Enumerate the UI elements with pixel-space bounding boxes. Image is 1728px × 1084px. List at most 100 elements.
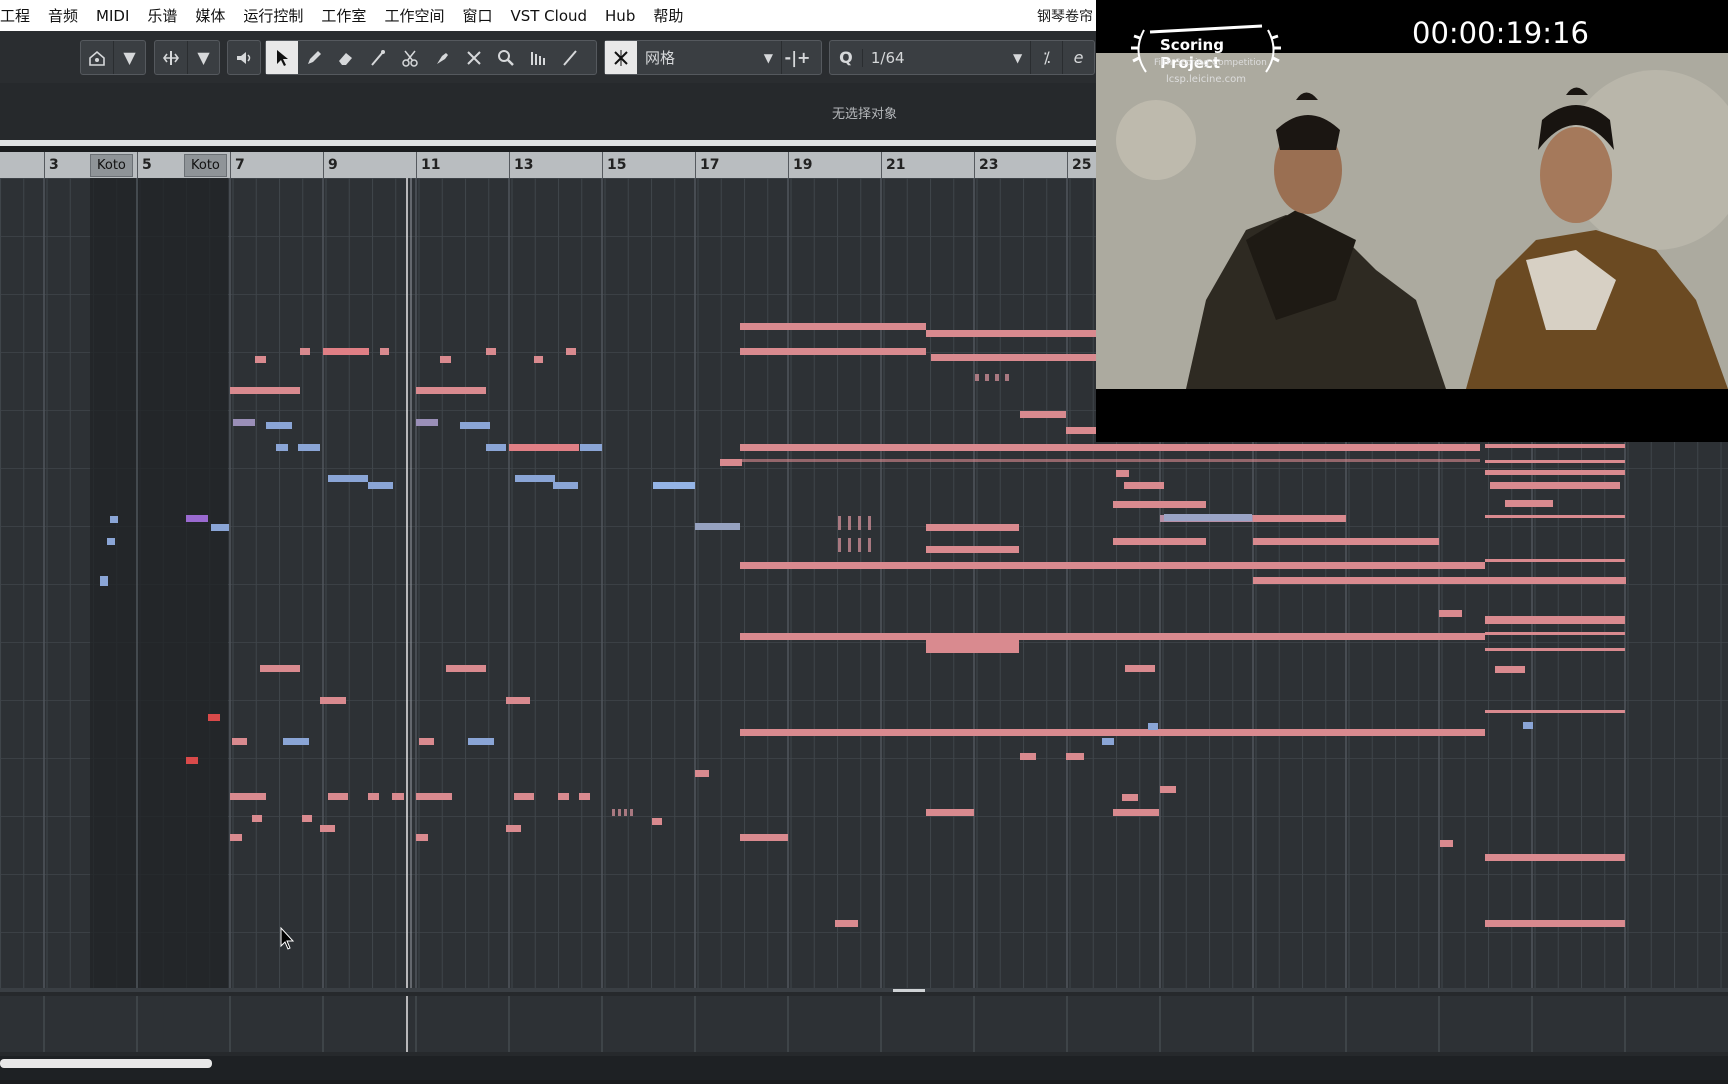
insert-icon: -|+ <box>784 48 811 67</box>
percent-icon: ⁒ <box>1043 48 1051 67</box>
controller-lane[interactable] <box>0 988 1728 1080</box>
menu-transport[interactable]: 运行控制 <box>234 5 312 26</box>
pencil-icon <box>308 50 321 64</box>
zoom-tool[interactable] <box>490 41 522 74</box>
menu-bar: 工程 音频 MIDI 乐谱 媒体 运行控制 工作室 工作空间 窗口 VST Cl… <box>0 0 1096 31</box>
ruler-tick <box>1067 152 1068 178</box>
ruler-tick <box>416 152 417 178</box>
menu-vst-cloud[interactable]: VST Cloud <box>501 7 596 25</box>
bar-number: 17 <box>700 157 720 173</box>
ruler-tick <box>602 152 603 178</box>
menu-midi[interactable]: MIDI <box>87 7 138 25</box>
split-tool[interactable] <box>394 41 426 74</box>
grid-type-value: 网格 <box>645 49 676 67</box>
menu-studio[interactable]: 工作室 <box>312 5 375 26</box>
bar-number: 23 <box>979 157 999 173</box>
bar-number: 9 <box>328 157 338 173</box>
line-tool[interactable] <box>362 41 394 74</box>
menu-media[interactable]: 媒体 <box>186 5 234 26</box>
panel-divider[interactable] <box>0 140 1096 146</box>
trim-tool[interactable] <box>522 41 554 74</box>
iterative-quantize-button[interactable]: ⁒ <box>1030 41 1062 74</box>
menu-audio[interactable]: 音频 <box>39 5 87 26</box>
bar-number: 3 <box>49 157 59 173</box>
menu-window[interactable]: 窗口 <box>453 5 501 26</box>
locator-range <box>90 178 228 988</box>
erase-tool[interactable] <box>330 41 362 74</box>
q-icon: Q <box>839 48 853 67</box>
snap-icon <box>614 49 628 66</box>
toolbar-group-3 <box>227 40 261 75</box>
toolbar-group-1: ▼ <box>80 40 146 75</box>
marker-koto[interactable]: Koto <box>184 154 227 177</box>
snap-toggle[interactable] <box>605 41 637 74</box>
menu-workspaces[interactable]: 工作空间 <box>375 5 453 26</box>
timecode-display: 00:00:19:16 <box>1412 16 1589 50</box>
horizontal-scrollbar[interactable] <box>0 1059 212 1068</box>
logo-url: lcsp.leicine.com <box>1166 74 1247 85</box>
quantize-button[interactable]: Q <box>830 41 862 74</box>
grid-type-select[interactable]: 网格 ▼ <box>637 47 781 68</box>
edit-midi-button[interactable] <box>81 41 113 74</box>
ruler-tick <box>44 152 45 178</box>
dropdown-1-button[interactable]: ▼ <box>113 41 145 74</box>
grid-relative-button[interactable]: -|+ <box>781 41 813 74</box>
house-icon <box>89 50 105 66</box>
scissors-icon <box>402 50 418 67</box>
ruler-tick <box>509 152 510 178</box>
tool-palette <box>265 40 597 75</box>
logo-subtitle: Film Scoring Competition <box>1154 58 1267 68</box>
chevron-down-icon: ▼ <box>763 50 773 65</box>
competition-logo: Scoring Project Film Scoring Competition… <box>1126 22 1286 92</box>
bar-ruler[interactable]: 3 Koto 5 Koto 7 9 11 13 15 17 19 21 23 2… <box>0 152 1096 178</box>
slash-icon <box>563 49 577 66</box>
menu-score[interactable]: 乐谱 <box>138 5 186 26</box>
bar-number: 7 <box>235 157 245 173</box>
ruler-tick <box>137 152 138 178</box>
brush-icon <box>371 49 385 66</box>
auto-scroll-button[interactable] <box>155 41 187 74</box>
eraser-icon <box>339 52 352 65</box>
ruler-tick <box>881 152 882 178</box>
quantize-group: Q 1/64 ▼ ⁒ e <box>829 40 1095 75</box>
info-line: 无选择对象 <box>0 83 1096 140</box>
mute-tool[interactable] <box>458 41 490 74</box>
toolbar-group-2: ▼ <box>154 40 220 75</box>
quantize-value: 1/64 <box>870 48 905 67</box>
ruler-tick <box>323 152 324 178</box>
menu-help[interactable]: 帮助 <box>644 5 692 26</box>
ruler-tick <box>695 152 696 178</box>
glue-tool[interactable] <box>426 41 458 74</box>
grid-group: 网格 ▼ -|+ <box>604 40 822 75</box>
speaker-icon <box>237 51 251 64</box>
line-draw-tool[interactable] <box>554 41 586 74</box>
marker-koto[interactable]: Koto <box>90 154 133 177</box>
quantize-preset-select[interactable]: 1/64 ▼ <box>861 48 1030 67</box>
ruler-tick <box>974 152 975 178</box>
menu-project[interactable]: 工程 <box>0 5 39 26</box>
arrow-cursor-icon <box>277 49 288 66</box>
x-mute-icon <box>467 50 481 65</box>
chevron-down-icon: ▼ <box>123 48 136 67</box>
object-selection-tool[interactable] <box>266 41 298 74</box>
draw-tool[interactable] <box>298 41 330 74</box>
dropdown-2-button[interactable]: ▼ <box>187 41 219 74</box>
editor-toolbar: ▼ ▼ 网格 ▼ -|+ Q 1/64 ▼ ⁒ e <box>0 31 1096 84</box>
follow-icon <box>163 50 179 65</box>
bar-number: 13 <box>514 157 534 173</box>
magnifier-icon <box>498 49 514 66</box>
ruler-tick <box>230 152 231 178</box>
window-title: 钢琴卷帘 <box>1037 9 1093 25</box>
chevron-down-icon: ▼ <box>1013 50 1023 65</box>
bar-number: 19 <box>793 157 813 173</box>
quantize-settings-button[interactable]: e <box>1062 41 1094 74</box>
no-selection-text: 无选择对象 <box>832 107 898 122</box>
glue-icon <box>437 52 448 64</box>
bar-number: 5 <box>142 157 152 173</box>
video-player-window[interactable]: Scoring Project Film Scoring Competition… <box>1096 0 1728 442</box>
bars-icon <box>531 51 545 65</box>
acoustic-feedback-button[interactable] <box>228 41 260 74</box>
bar-number: 15 <box>607 157 627 173</box>
e-icon: e <box>1073 48 1084 67</box>
menu-hub[interactable]: Hub <box>596 7 644 25</box>
